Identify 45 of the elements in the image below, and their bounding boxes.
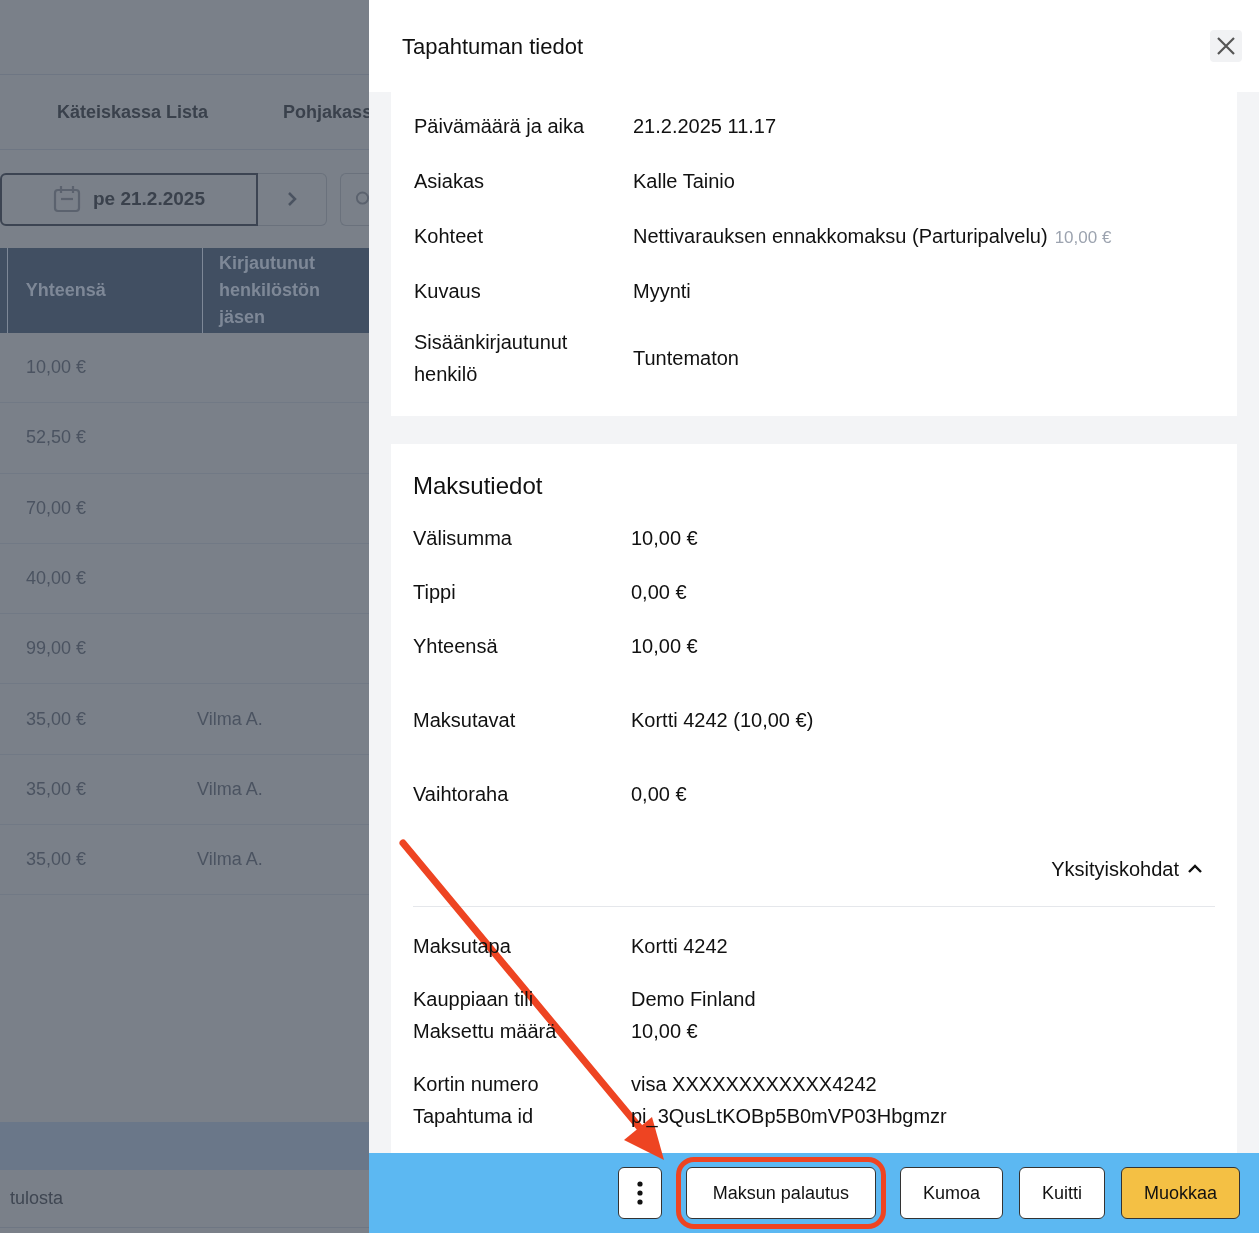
close-button[interactable] xyxy=(1210,30,1242,62)
field-value: 10,00 € xyxy=(631,526,698,551)
details-toggle[interactable]: Yksityiskohdat xyxy=(1051,854,1203,884)
field-label: Kortin numero xyxy=(413,1073,539,1095)
field-value: Nettivarauksen ennakkomaksu (Parturipalvelu) xyxy=(633,223,1048,249)
field-label: Maksutavat xyxy=(413,708,517,733)
card-title: Maksutiedot xyxy=(413,471,544,501)
field-label: Kohteet xyxy=(414,223,484,249)
field-value: Demo Finland xyxy=(631,987,756,1012)
chevron-right-icon xyxy=(287,191,297,207)
field-value: Kortti 4242 xyxy=(631,934,728,959)
results-count: tulosta xyxy=(10,1187,64,1210)
calendar-icon xyxy=(53,185,81,213)
action-button[interactable]: Kumoa xyxy=(899,1167,1003,1219)
field-value: pi_3QusLtKOBp5B0mVP03Hbgmzr xyxy=(631,1104,947,1130)
field-label: Tapahtuma id xyxy=(413,1105,534,1127)
field-value: 10,00 € xyxy=(631,634,698,659)
field-label: Sisäänkirjautunut henkilö xyxy=(414,330,569,387)
field-value: 0,00 € xyxy=(631,580,687,605)
field-label: Vaihtoraha xyxy=(413,782,510,807)
field-value: Kalle Tainio xyxy=(633,168,735,194)
action-button[interactable]: Maksun palautus xyxy=(685,1167,876,1219)
panel-title: Tapahtuman tiedot xyxy=(402,32,584,61)
action-button[interactable]: Kuitti xyxy=(1018,1167,1105,1219)
item-price: 10,00 € xyxy=(1054,226,1112,249)
field-label: Kauppiaan tili xyxy=(413,988,534,1010)
field-value: 21.2.2025 11.17 xyxy=(633,113,777,139)
field-value: Myynti xyxy=(633,278,691,304)
field-label: Tippi xyxy=(413,580,457,605)
close-icon xyxy=(1216,36,1236,56)
field-label: Maksettu määrä xyxy=(413,1020,557,1042)
field-label: Asiakas xyxy=(414,168,486,194)
field-label: Päivämäärä ja aika xyxy=(414,113,586,139)
field-value: Tuntematon xyxy=(633,346,739,371)
more-button[interactable] xyxy=(617,1167,662,1219)
field-value: Kortti 4242 (10,00 €) xyxy=(631,708,814,733)
field-value: 0,00 € xyxy=(631,782,687,807)
field-label: Yhteensä xyxy=(413,634,499,659)
more-icon xyxy=(636,1181,643,1205)
field-label: Välisumma xyxy=(413,526,513,551)
field-value: visa XXXXXXXXXXXX4242 xyxy=(631,1072,877,1097)
field-label: Kuvaus xyxy=(414,278,482,304)
search-icon xyxy=(355,191,369,207)
field-value: 10,00 € xyxy=(631,1019,698,1044)
edit-button[interactable]: Muokkaa xyxy=(1120,1167,1240,1219)
